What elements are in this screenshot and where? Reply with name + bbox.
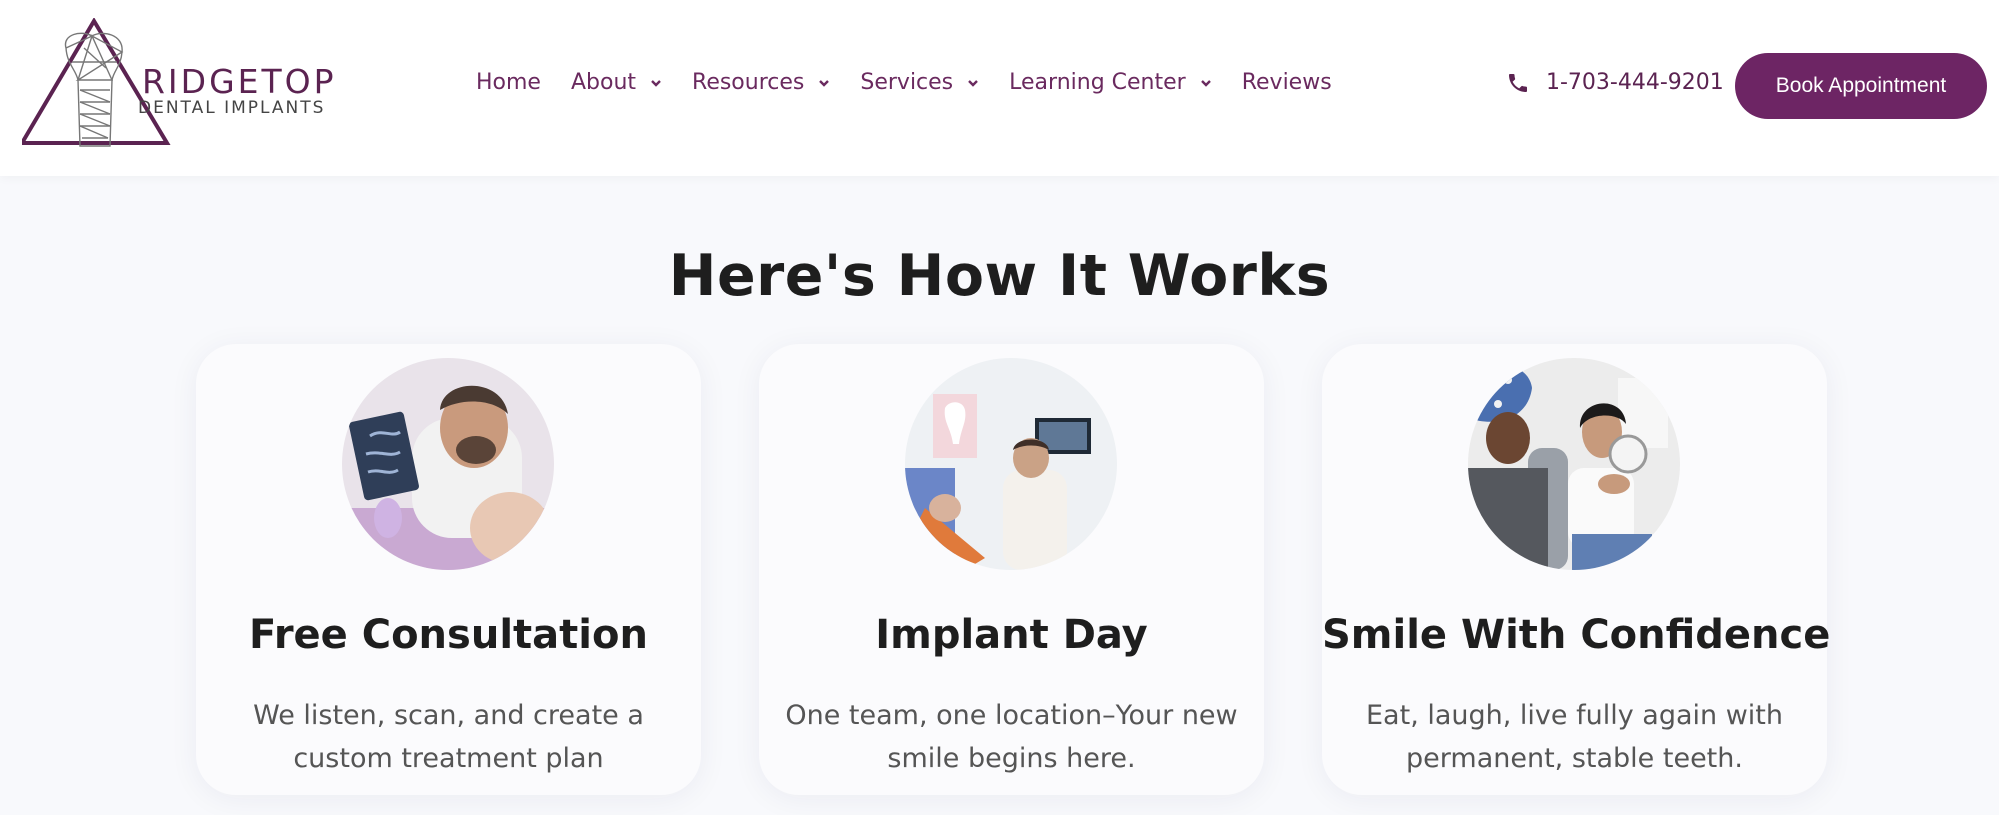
nav-item-label: About (570, 70, 637, 95)
nav-item-home[interactable]: Home (476, 70, 541, 95)
card-title: Free Consultation (249, 612, 648, 658)
step-card-implant-day: Implant Day One team, one location–Your … (759, 344, 1264, 795)
chevron-down-icon (1200, 79, 1211, 87)
chevron-down-icon (651, 79, 661, 87)
nav-item-resources[interactable]: Resources (692, 70, 830, 95)
section-title: Here's How It Works (668, 243, 1331, 310)
card-text: We listen, scan, and create a custom tre… (253, 700, 644, 774)
nav-item-learning-center[interactable]: Learning Center (1009, 70, 1212, 95)
card-title: Implant Day (875, 612, 1148, 658)
nav-item-label: Learning Center (1009, 70, 1186, 95)
nav-item-label: Home (476, 70, 541, 95)
phone-link[interactable]: 1-703-444-9201 (1506, 70, 1724, 95)
smiling-patient-mirror-photo (1468, 358, 1680, 570)
card-text: Eat, laugh, live fully again with perman… (1366, 700, 1783, 774)
logo-subtitle: DENTAL IMPLANTS (138, 98, 326, 118)
card-title: Smile With Confidence (1322, 612, 1831, 658)
book-appointment-button[interactable]: Book Appointment (1735, 53, 1987, 119)
phone-icon (1509, 73, 1527, 92)
dental-office-procedure-photo (905, 358, 1117, 570)
nav-item-label: Reviews (1241, 70, 1332, 95)
nav-item-services[interactable]: Services (860, 70, 979, 95)
site-header: RIDGETOP DENTAL IMPLANTS Home About Reso… (0, 0, 1999, 176)
nav-item-label: Resources (692, 70, 805, 95)
nav-item-reviews[interactable]: Reviews (1242, 70, 1332, 95)
main-nav: Home About Resources Services Learning C… (476, 70, 1362, 95)
site-logo[interactable]: RIDGETOP DENTAL IMPLANTS (22, 18, 334, 158)
step-card-smile: Smile With Confidence Eat, laugh, live f… (1322, 344, 1831, 795)
phone-number: 1-703-444-9201 (1546, 70, 1724, 95)
dentist-xray-photo (342, 358, 554, 570)
card-text: One team, one location–Your new smile be… (785, 700, 1238, 774)
logo-title: RIDGETOP (142, 62, 337, 101)
chevron-down-icon (819, 79, 830, 87)
step-card-consultation: Free Consultation We listen, scan, and c… (196, 344, 701, 795)
nav-item-label: Services (860, 70, 954, 95)
nav-item-about[interactable]: About (571, 70, 662, 95)
chevron-down-icon (968, 79, 979, 87)
